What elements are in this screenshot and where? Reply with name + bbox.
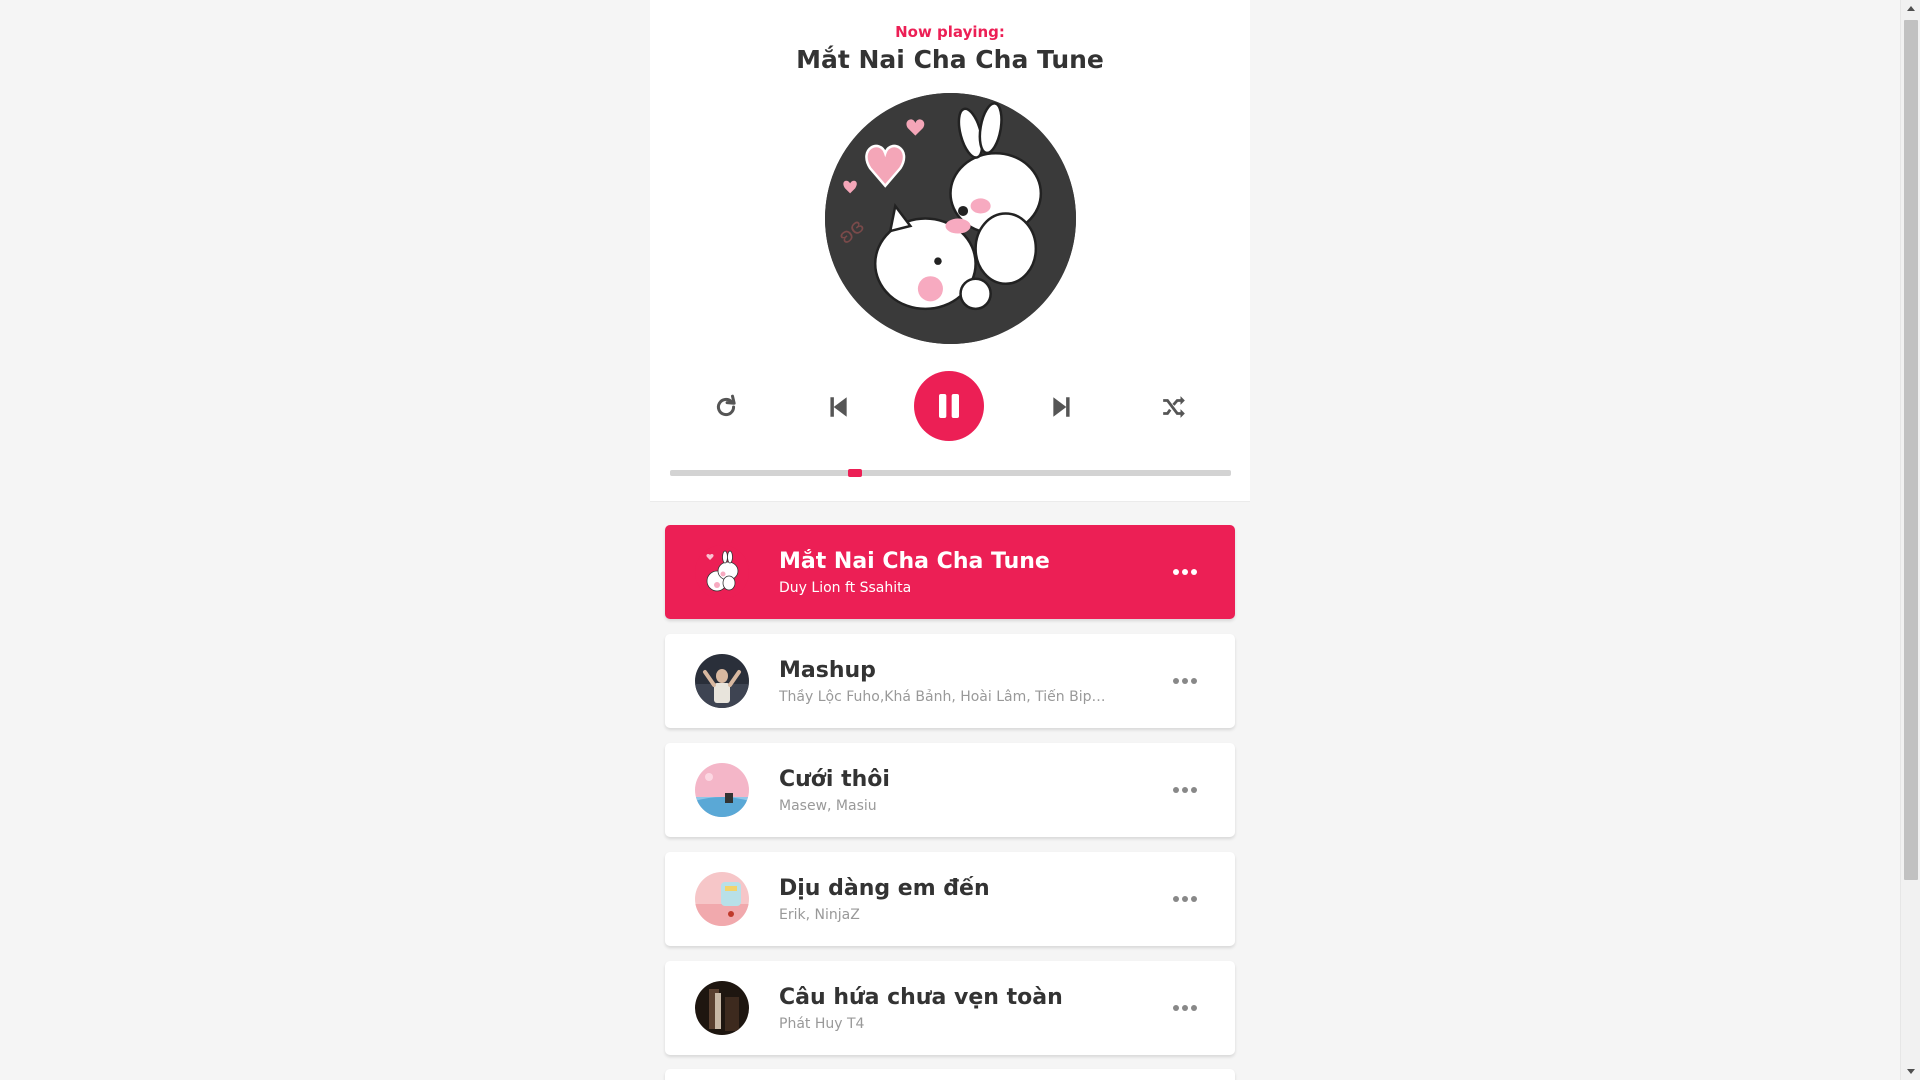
album-art-image: ʚɞ <box>825 93 1076 344</box>
song-author: Phát Huy T4 <box>779 1015 865 1032</box>
vertical-scrollbar[interactable] <box>1900 0 1920 1080</box>
shuffle-icon <box>1163 396 1185 418</box>
progress-bar[interactable] <box>670 469 1231 477</box>
song-item[interactable]: Câu hứa chưa vẹn toàn Phát Huy T4 <box>665 961 1235 1055</box>
song-info: Mashup Thầy Lộc Fuho,Khá Bảnh, Hoài Lâm,… <box>779 658 1165 705</box>
more-horizontal-icon <box>1173 678 1197 684</box>
song-title: Câu hứa chưa vẹn toàn <box>779 984 1063 1010</box>
song-author: Erik, NinjaZ <box>779 906 860 923</box>
song-thumbnail-image <box>695 763 749 817</box>
song-item[interactable]: Cưới thôi Masew, Masiu <box>665 743 1235 837</box>
repeat-button[interactable] <box>711 392 741 422</box>
shuffle-button[interactable] <box>1159 392 1189 422</box>
player-controls <box>650 370 1250 441</box>
song-item[interactable]: Mashup Thầy Lộc Fuho,Khá Bảnh, Hoài Lâm,… <box>665 634 1235 728</box>
current-song-title: Mắt Nai Cha Cha Tune <box>796 45 1104 74</box>
progress-thumb[interactable] <box>848 469 863 477</box>
song-item-active[interactable]: Mắt Nai Cha Cha Tune Duy Lion ft Ssahita <box>665 525 1235 619</box>
song-options-button[interactable] <box>1165 775 1205 805</box>
song-title: Mashup <box>779 657 876 683</box>
triangle-up-icon <box>1907 6 1915 11</box>
song-options-button[interactable] <box>1165 993 1205 1023</box>
player-dashboard: Now playing: Mắt Nai Cha Cha Tune ʚɞ <box>650 0 1250 502</box>
song-thumbnail-image <box>695 545 749 599</box>
now-playing-label: Now playing: <box>895 23 1005 41</box>
triangle-down-icon <box>1907 1069 1915 1074</box>
play-pause-button[interactable] <box>914 371 984 441</box>
skip-back-icon <box>830 397 847 417</box>
song-thumbnail <box>695 545 749 599</box>
song-info: Mắt Nai Cha Cha Tune Duy Lion ft Ssahita <box>779 549 1165 596</box>
song-item-partial[interactable] <box>665 1069 1235 1080</box>
song-options-button[interactable] <box>1165 666 1205 696</box>
song-item[interactable]: Dịu dàng em đến Erik, NinjaZ <box>665 852 1235 946</box>
scroll-up-arrow[interactable] <box>1901 0 1920 17</box>
song-thumbnail-image <box>695 654 749 708</box>
repeat-icon <box>716 394 736 417</box>
song-author: Thầy Lộc Fuho,Khá Bảnh, Hoài Lâm, Tiến B… <box>779 688 1109 705</box>
more-horizontal-icon <box>1173 1005 1197 1011</box>
song-thumbnail-image <box>695 981 749 1035</box>
playlist: Mắt Nai Cha Cha Tune Duy Lion ft Ssahita… <box>665 525 1235 1070</box>
more-horizontal-icon <box>1173 896 1197 902</box>
song-thumbnail <box>695 763 749 817</box>
song-title: Mắt Nai Cha Cha Tune <box>779 548 1050 574</box>
song-thumbnail <box>695 654 749 708</box>
prev-button[interactable] <box>823 392 853 422</box>
song-thumbnail <box>695 981 749 1035</box>
song-info: Câu hứa chưa vẹn toàn Phát Huy T4 <box>779 985 1165 1032</box>
song-options-button[interactable] <box>1165 557 1205 587</box>
song-options-button[interactable] <box>1165 884 1205 914</box>
cd-thumbnail: ʚɞ <box>825 93 1076 344</box>
scroll-down-arrow[interactable] <box>1901 1063 1920 1080</box>
skip-forward-icon <box>1053 397 1070 417</box>
more-horizontal-icon <box>1173 569 1197 575</box>
song-title: Cưới thôi <box>779 766 890 792</box>
song-author: Duy Lion ft Ssahita <box>779 579 912 596</box>
song-info: Cưới thôi Masew, Masiu <box>779 767 1165 814</box>
song-thumbnail-image <box>695 872 749 926</box>
scrollbar-thumb[interactable] <box>1904 20 1918 880</box>
next-button[interactable] <box>1047 392 1077 422</box>
song-author: Masew, Masiu <box>779 797 877 814</box>
song-title: Dịu dàng em đến <box>779 875 990 901</box>
pause-icon <box>939 394 959 418</box>
song-thumbnail <box>695 872 749 926</box>
more-horizontal-icon <box>1173 787 1197 793</box>
song-info: Dịu dàng em đến Erik, NinjaZ <box>779 876 1165 923</box>
